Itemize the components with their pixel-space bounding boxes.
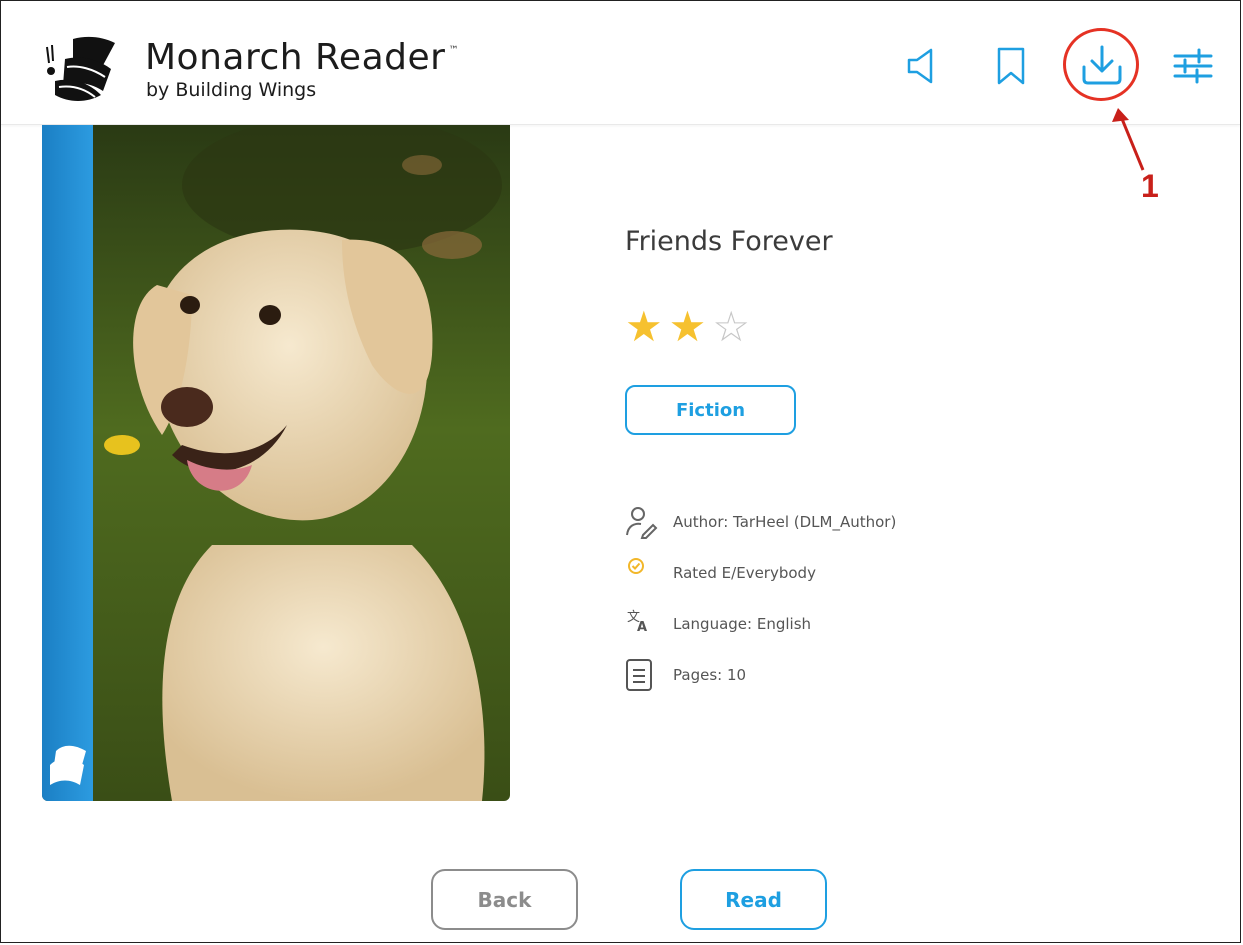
star-rating: ★ ★ ☆ (625, 306, 750, 348)
highlight-circle (1063, 28, 1139, 101)
star-filled-icon: ★ (668, 302, 707, 351)
content-rating-text: Rated E/Everybody (673, 564, 816, 582)
brand-title: Monarch Reader ™ (145, 37, 459, 78)
check-badge-icon (625, 556, 659, 590)
book-pages-icon (625, 658, 659, 692)
brand-subtitle: by Building Wings (146, 79, 317, 101)
settings-sliders-icon[interactable] (1171, 44, 1215, 88)
butterfly-book-logo-icon (43, 29, 123, 109)
pages-text: Pages: 10 (673, 666, 747, 684)
star-filled-icon: ★ (625, 302, 663, 351)
author-text: Author: TarHeel (DLM_Author) (673, 513, 897, 531)
svg-text:A: A (637, 620, 647, 635)
user-pen-icon (625, 505, 659, 539)
annotation-number: 1 (1141, 168, 1159, 204)
book-cover-image[interactable] (42, 125, 510, 801)
speaker-icon[interactable] (901, 44, 945, 88)
back-button[interactable]: Back (431, 869, 578, 930)
language-text: Language: English (673, 615, 812, 633)
author-row: Author: TarHeel (DLM_Author) (625, 505, 896, 539)
book-title: Friends Forever (625, 226, 833, 257)
bookmark-icon[interactable] (989, 44, 1033, 88)
read-button[interactable]: Read (680, 869, 827, 930)
app-header: Monarch Reader ™ by Building Wings (1, 1, 1240, 125)
pages-row: Pages: 10 (625, 658, 746, 692)
translate-icon: 文A (625, 607, 659, 641)
star-empty-icon: ☆ (712, 302, 750, 351)
language-row: 文A Language: English (625, 607, 811, 641)
content-rating-row: Rated E/Everybody (625, 556, 816, 590)
genre-button[interactable]: Fiction (625, 385, 796, 435)
